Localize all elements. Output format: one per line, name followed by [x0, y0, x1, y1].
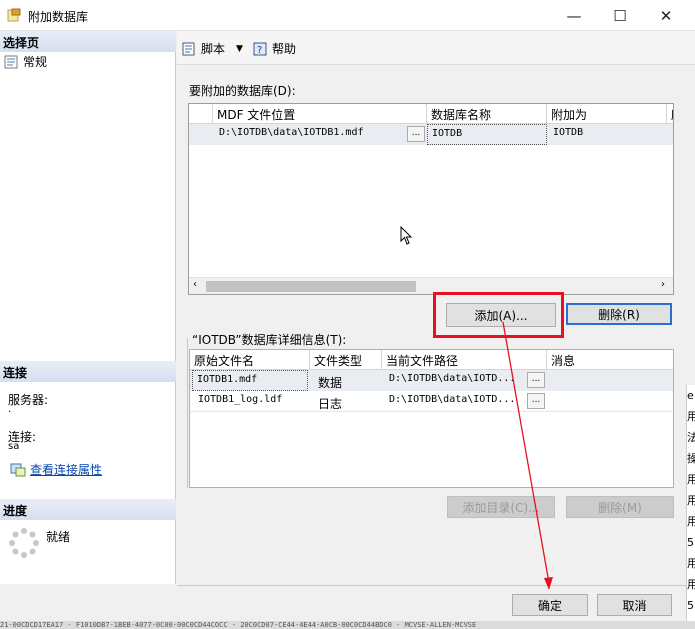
view-connection-properties-link[interactable]: 查看连接属性 [30, 461, 102, 478]
table-row[interactable]: IOTDB1.mdf 数据 D:\IOTDB\data\IOTD... ... [190, 370, 673, 391]
attach-as-cell[interactable]: IOTDB [549, 124, 667, 144]
column-header-mdf[interactable]: MDF 文件位置 [213, 104, 427, 124]
help-icon: ? [253, 42, 267, 56]
svg-text:?: ? [257, 45, 262, 56]
scroll-left-icon[interactable]: ‹ [193, 279, 197, 290]
column-header-current-path[interactable]: 当前文件路径 [382, 350, 547, 370]
strip-char: 用 [687, 469, 695, 490]
properties-icon [10, 463, 26, 476]
script-button[interactable]: 脚本 ▼ [182, 40, 243, 57]
remove-detail-button[interactable]: 删除(M) [566, 496, 674, 518]
strip-char: 5 [687, 536, 694, 549]
browse-path-button[interactable]: ... [527, 372, 545, 388]
details-label: “IOTDB”数据库详细信息(T): [192, 333, 347, 347]
browse-path-button[interactable]: ... [527, 393, 545, 409]
strip-char: 用 [687, 574, 695, 595]
strip-char: 用 [687, 490, 695, 511]
minimize-button[interactable]: — [551, 0, 597, 31]
file-type-cell[interactable]: 数据 [314, 371, 380, 391]
current-path-cell[interactable]: D:\IOTDB\data\IOTD... [385, 391, 525, 411]
page-item-label: 常规 [23, 55, 48, 69]
mouse-cursor-icon [400, 226, 413, 245]
add-catalog-button[interactable]: 添加目录(C)... [447, 496, 555, 518]
progress-spinner-icon [9, 528, 39, 558]
title-bar: 附加数据库 — ☐ ✕ [0, 0, 695, 31]
strip-char: 法 [687, 427, 695, 448]
scrollbar-thumb[interactable] [206, 281, 416, 292]
column-header-db-name[interactable]: 数据库名称 [427, 104, 547, 124]
status-bar-text: 21-00CDCD17EA17 - F1010DB7-1BEB-4077-0C0… [0, 621, 477, 629]
script-icon [182, 42, 195, 55]
server-label: 服务器: [8, 393, 49, 407]
page-item-general[interactable]: 常规 [4, 53, 47, 70]
column-header-message[interactable]: 消息 [547, 350, 673, 370]
status-bar: 21-00CDCD17EA17 - F1010DB7-1BEB-4077-0C0… [0, 621, 695, 629]
left-pane: 选择页 常规 连接 服务器: . 连接: sa 查看连接属性 进度 就绪 [0, 31, 176, 584]
strip-char: e [687, 389, 694, 402]
row-header-corner [189, 104, 213, 124]
strip-char: 用 [687, 406, 695, 427]
cancel-button[interactable]: 取消 [597, 594, 672, 616]
strip-char: 5 [687, 599, 694, 612]
highlight-box [433, 292, 564, 338]
window-title: 附加数据库 [28, 10, 89, 24]
connection-value: sa [8, 441, 20, 452]
maximize-button[interactable]: ☐ [597, 0, 643, 31]
general-page-icon [4, 55, 18, 68]
script-label: 脚本 [201, 42, 226, 56]
strip-char: 操 [687, 448, 695, 469]
progress-status: 就绪 [46, 530, 71, 544]
horizontal-scrollbar[interactable]: ‹ › [189, 277, 673, 294]
original-file-cell[interactable]: IOTDB1.mdf [192, 370, 308, 391]
current-path-cell[interactable]: D:\IOTDB\data\IOTD... [385, 370, 525, 390]
strip-char: 用 [687, 553, 695, 574]
scroll-right-icon[interactable]: › [661, 279, 665, 290]
column-header-attach-as[interactable]: 附加为 [547, 104, 667, 124]
background-window-strip: e 用 法 操 用 用 用 5 用 用 5 [686, 385, 695, 621]
column-header-original-file[interactable]: 原始文件名 [190, 350, 310, 370]
file-type-cell[interactable]: 日志 [314, 392, 380, 412]
column-header-owner[interactable]: 所 [667, 104, 673, 124]
mdf-location-cell[interactable]: D:\IOTDB\data\IOTDB1.mdf [215, 124, 405, 144]
table-row[interactable]: IOTDB1_log.ldf 日志 D:\IOTDB\data\IOTD... … [190, 391, 673, 412]
progress-header: 进度 [0, 499, 176, 520]
attach-database-icon [7, 8, 21, 22]
server-value: . [8, 404, 12, 415]
connection-header: 连接 [0, 361, 176, 382]
close-button[interactable]: ✕ [643, 0, 689, 31]
attach-databases-label: 要附加的数据库(D): [189, 84, 296, 98]
view-connection-properties[interactable]: 查看连接属性 [10, 461, 102, 478]
table-row[interactable]: D:\IOTDB\data\IOTDB1.mdf ... IOTDB IOTDB [189, 124, 673, 145]
help-label: 帮助 [272, 42, 297, 56]
toolbar: 脚本 ▼ ? 帮助 [177, 31, 695, 65]
browse-mdf-button[interactable]: ... [407, 126, 425, 142]
help-button[interactable]: ? 帮助 [253, 40, 296, 57]
original-file-cell[interactable]: IOTDB1_log.ldf [194, 391, 310, 411]
database-name-cell[interactable]: IOTDB [427, 124, 547, 145]
details-grid[interactable]: 原始文件名 文件类型 当前文件路径 消息 IOTDB1.mdf 数据 D:\IO… [189, 349, 674, 488]
column-header-file-type[interactable]: 文件类型 [310, 350, 382, 370]
script-dropdown-icon[interactable]: ▼ [236, 44, 243, 54]
remove-button[interactable]: 删除(R) [566, 303, 672, 325]
strip-char: 用 [687, 511, 695, 532]
select-page-header: 选择页 [0, 31, 176, 52]
attach-databases-grid[interactable]: MDF 文件位置 数据库名称 附加为 所 D:\IOTDB\data\IOTDB… [188, 103, 674, 295]
ok-button[interactable]: 确定 [512, 594, 588, 616]
